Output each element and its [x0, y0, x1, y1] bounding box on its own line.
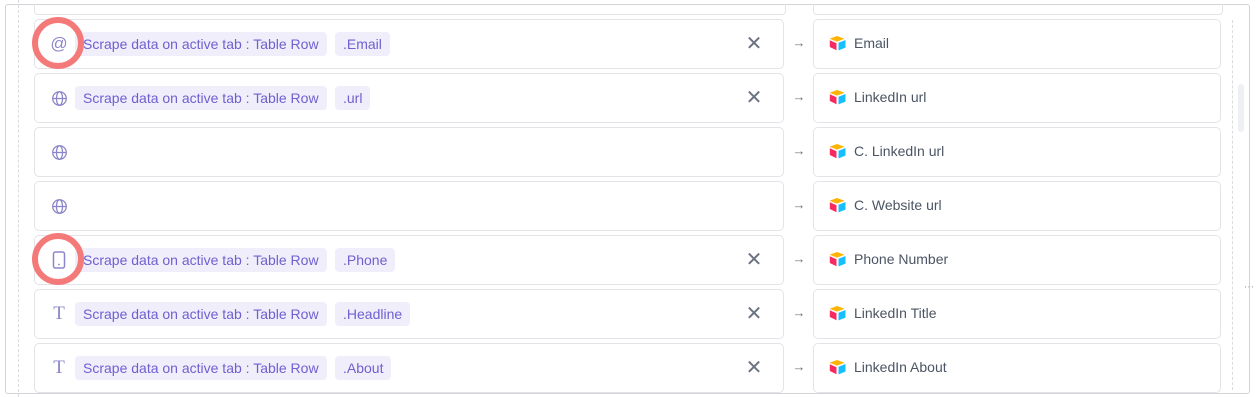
arrow-right-icon: →: [792, 89, 806, 104]
source-field-chip[interactable]: .Phone: [335, 248, 396, 272]
mapping-row: T Scrape data on active tab : Table Row .H…: [0, 289, 1256, 339]
mapping-row: Scrape data on active tab : Table Row .Ph…: [0, 233, 1256, 285]
source-step-chip[interactable]: Scrape data on active tab : Table Row: [75, 32, 327, 56]
globe-icon: [49, 142, 69, 162]
source-step-chip[interactable]: Scrape data on active tab : Table Row: [75, 248, 327, 272]
source-field-chip[interactable]: .Headline: [335, 302, 411, 326]
target-field[interactable]: LinkedIn Title: [813, 289, 1221, 339]
source-field[interactable]: [34, 127, 784, 177]
target-field-label: C. LinkedIn url: [854, 143, 945, 159]
source-step-chip[interactable]: Scrape data on active tab : Table Row: [75, 302, 327, 326]
clear-icon[interactable]: ✕: [743, 249, 765, 271]
target-field[interactable]: LinkedIn About: [813, 343, 1221, 393]
globe-icon: [49, 88, 69, 108]
mapping-row: @ Scrape data on active tab : Table Row .E…: [0, 17, 1256, 69]
source-field[interactable]: T Scrape data on active tab : Table Row .H…: [34, 289, 784, 339]
source-field[interactable]: [34, 181, 784, 231]
airtable-logo-icon: [829, 198, 846, 213]
airtable-logo-icon: [829, 90, 846, 105]
target-field[interactable]: Phone Number: [813, 235, 1221, 285]
clear-icon[interactable]: ✕: [743, 33, 765, 55]
clear-icon[interactable]: ✕: [743, 357, 765, 379]
previous-target-field[interactable]: [813, 4, 1223, 15]
arrow-right-icon: →: [792, 251, 806, 266]
source-field-chip[interactable]: .Email: [335, 32, 390, 56]
target-field[interactable]: LinkedIn url: [813, 73, 1221, 123]
arrow-right-icon: →: [792, 197, 806, 212]
target-field-label: LinkedIn Title: [854, 305, 937, 321]
source-field-chip[interactable]: .About: [335, 356, 392, 380]
arrow-right-icon: →: [792, 359, 806, 374]
target-field-label: C. Website url: [854, 197, 942, 213]
airtable-logo-icon: [829, 306, 846, 321]
text-icon: T: [53, 303, 65, 324]
arrow-right-icon: →: [792, 35, 806, 50]
source-field-chip[interactable]: .url: [335, 86, 371, 110]
arrow-right-icon: →: [792, 143, 806, 158]
mapping-row: → C. LinkedIn url: [0, 127, 1256, 177]
mapping-row: → C. Website url: [0, 181, 1256, 231]
target-field[interactable]: C. Website url: [813, 181, 1221, 231]
target-field[interactable]: Email: [813, 19, 1221, 69]
airtable-logo-icon: [829, 144, 846, 159]
source-field[interactable]: @ Scrape data on active tab : Table Row .E…: [34, 19, 784, 69]
arrow-right-icon: →: [792, 305, 806, 320]
mapping-row: Scrape data on active tab : Table Row .ur…: [0, 73, 1256, 123]
target-field-label: LinkedIn About: [854, 359, 947, 375]
text-icon: T: [53, 357, 65, 378]
target-field-label: LinkedIn url: [854, 89, 927, 105]
clear-icon[interactable]: ✕: [743, 303, 765, 325]
target-field[interactable]: C. LinkedIn url: [813, 127, 1221, 177]
previous-source-field[interactable]: [34, 4, 786, 15]
target-field-label: Phone Number: [854, 251, 949, 267]
clear-icon[interactable]: ✕: [743, 87, 765, 109]
source-step-chip[interactable]: Scrape data on active tab : Table Row: [75, 86, 327, 110]
highlight-ring: [32, 17, 84, 69]
airtable-logo-icon: [829, 360, 846, 375]
globe-icon: [49, 196, 69, 216]
target-field-label: Email: [854, 35, 890, 51]
source-field[interactable]: T Scrape data on active tab : Table Row .A…: [34, 343, 784, 393]
mapping-row: T Scrape data on active tab : Table Row .A…: [0, 343, 1256, 393]
highlight-ring: [32, 233, 84, 285]
source-step-chip[interactable]: Scrape data on active tab : Table Row: [75, 356, 327, 380]
airtable-logo-icon: [829, 252, 846, 267]
airtable-logo-icon: [829, 36, 846, 51]
source-field[interactable]: Scrape data on active tab : Table Row .Ph…: [34, 235, 784, 285]
source-field[interactable]: Scrape data on active tab : Table Row .ur…: [34, 73, 784, 123]
